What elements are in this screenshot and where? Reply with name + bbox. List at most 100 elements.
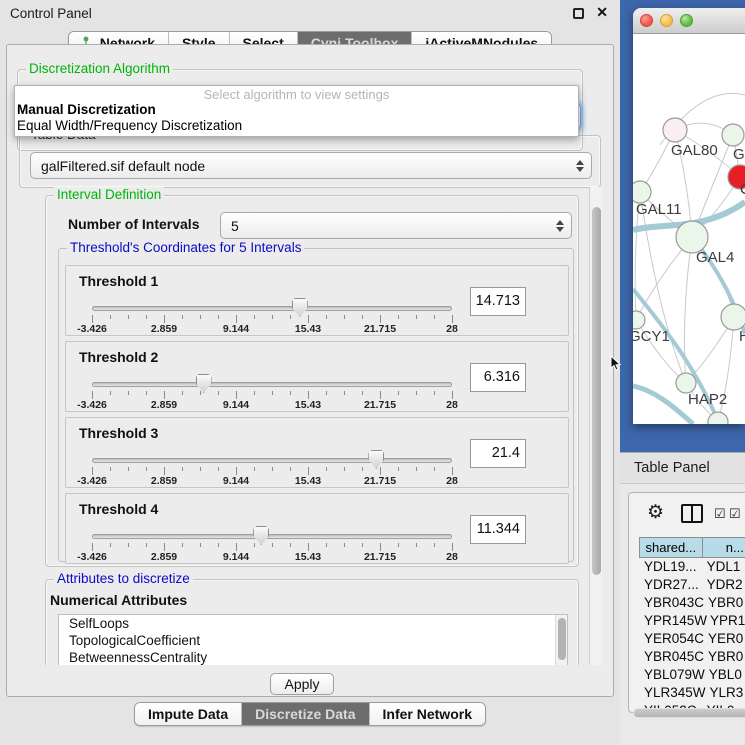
interval-definition-title: Interval Definition — [54, 187, 164, 202]
split-columns-icon[interactable] — [681, 504, 703, 523]
zoom-traffic-icon[interactable] — [680, 14, 693, 27]
tick-label: -3.426 — [62, 475, 122, 487]
tick-label: 15.43 — [278, 399, 338, 411]
node-label: GAL11 — [636, 201, 682, 218]
tab-label: Infer Network — [383, 706, 472, 722]
tab-discretize-data[interactable]: Discretize Data — [242, 703, 369, 725]
tick-label: 28 — [422, 399, 482, 411]
table-toolbar: ⚙ ☑ ☑ — [629, 499, 745, 529]
thresholds-title: Threshold's Coordinates for 5 Intervals — [67, 240, 304, 255]
table-panel-title: Table Panel — [634, 460, 710, 476]
checkbox-icon[interactable]: ☑ — [729, 506, 741, 522]
table-row[interactable]: YBR045CYBR0 — [639, 648, 745, 666]
tab-impute-data[interactable]: Impute Data — [135, 703, 242, 725]
table-data-combobox[interactable]: galFiltered.sif default node — [30, 152, 592, 179]
right-side: GAL80GACGAL11GAL4GCY1HHAP2 Table Panel ⚙… — [620, 0, 745, 745]
tick-label: 2.859 — [134, 475, 194, 487]
node-table: shared...n... YDL19...YDL1YDR27...YDR2YB… — [639, 537, 745, 720]
column-header[interactable]: shared... — [640, 538, 703, 557]
network-window-titlebar[interactable] — [633, 8, 745, 34]
attribute-list-item[interactable]: TopologicalCoefficient — [59, 632, 567, 649]
popup-item[interactable]: Manual Discretization — [15, 102, 578, 118]
cell-name: YBR0 — [704, 594, 745, 612]
tick-label: 15.43 — [278, 475, 338, 487]
network-node[interactable] — [633, 181, 651, 203]
mouse-cursor — [610, 355, 623, 372]
tick-label: 28 — [422, 475, 482, 487]
column-header[interactable]: n... — [703, 538, 745, 557]
attribute-list-item[interactable]: SelfLoops — [59, 615, 567, 632]
node-label: GCY1 — [633, 328, 670, 345]
close-icon[interactable]: ✕ — [596, 4, 608, 21]
table-row[interactable]: YBL079WYBL0 — [639, 666, 745, 684]
table-row[interactable]: YDR27...YDR2 — [639, 576, 745, 594]
table-row[interactable]: YBR043CYBR0 — [639, 594, 745, 612]
node-label: GAL80 — [671, 142, 718, 159]
thresholds-box: Threshold's Coordinates for 5 Intervals … — [58, 248, 574, 562]
threshold-card: Threshold 1-3.4262.8599.14415.4321.71528… — [65, 265, 569, 336]
network-edge[interactable] — [640, 192, 686, 383]
numerical-attributes-list[interactable]: SelfLoopsTopologicalCoefficientBetweenne… — [58, 614, 568, 665]
algorithm-dropdown-popup: Select algorithm to view settings Manual… — [14, 85, 579, 137]
cell-name: YPR1 — [706, 612, 745, 630]
tick-label: -3.426 — [62, 551, 122, 563]
number-of-intervals-value: 5 — [231, 218, 239, 234]
tab-infer-network[interactable]: Infer Network — [370, 703, 485, 725]
checkbox-icon[interactable]: ☑ — [714, 506, 726, 522]
tick-label: 21.715 — [350, 323, 410, 335]
float-window-icon[interactable] — [573, 8, 584, 19]
tick-label: 21.715 — [350, 399, 410, 411]
control-panel-titlebar: Control Panel ✕ — [0, 0, 620, 28]
table-data-box: Table Data galFiltered.sif default node — [19, 135, 601, 188]
network-node[interactable] — [663, 118, 687, 142]
threshold-value-field[interactable]: 11.344 — [470, 515, 526, 544]
threshold-card: Threshold 3-3.4262.8599.14415.4321.71528… — [65, 417, 569, 488]
slider-track[interactable] — [92, 458, 452, 463]
minimize-traffic-icon[interactable] — [660, 14, 673, 27]
table-row[interactable]: YDL19...YDL1 — [639, 558, 745, 576]
panel-vertical-scrollbar[interactable] — [589, 187, 602, 665]
attributes-title: Attributes to discretize — [54, 571, 193, 586]
slider-track[interactable] — [92, 306, 452, 311]
table-panel-body: ⚙ ☑ ☑ shared...n... YDL19...YDL1YDR27...… — [620, 484, 745, 745]
table-header-row: shared...n... — [639, 537, 745, 558]
gear-icon[interactable]: ⚙ — [647, 501, 664, 524]
cell-shared-name: YBL079W — [639, 666, 705, 684]
slider-track[interactable] — [92, 534, 452, 539]
network-node[interactable] — [676, 373, 696, 393]
table-row[interactable]: YER054CYER0 — [639, 630, 745, 648]
tick-label: 28 — [422, 551, 482, 563]
network-canvas[interactable]: GAL80GACGAL11GAL4GCY1HHAP2 — [633, 34, 745, 424]
cell-name: YLR3 — [706, 684, 745, 702]
close-traffic-icon[interactable] — [640, 14, 653, 27]
apply-button[interactable]: Apply — [270, 673, 334, 695]
node-label: H — [739, 328, 745, 345]
tick-label: -3.426 — [62, 323, 122, 335]
threshold-value-field[interactable]: 21.4 — [470, 439, 526, 468]
table-row[interactable]: YLR345WYLR3 — [639, 684, 745, 702]
bottom-tab-bar: Impute DataDiscretize Data Infer Network — [0, 702, 620, 726]
attribute-list-item[interactable]: BetweennessCentrality — [59, 649, 567, 665]
slider-track[interactable] — [92, 382, 452, 387]
popup-item[interactable]: Equal Width/Frequency Discretization — [15, 118, 578, 134]
network-view-window[interactable]: GAL80GACGAL11GAL4GCY1HHAP2 — [633, 8, 745, 424]
number-of-intervals-combobox[interactable]: 5 — [220, 212, 572, 239]
network-node[interactable] — [633, 311, 645, 329]
network-node[interactable] — [722, 124, 744, 146]
table-row[interactable]: YPR145WYPR1 — [639, 612, 745, 630]
tick-label: 15.43 — [278, 323, 338, 335]
tick-label: 9.144 — [206, 323, 266, 335]
attributes-scrollbar[interactable] — [555, 615, 567, 665]
cyni-toolbox-panel: Discretization Algorithm Select algorith… — [6, 44, 614, 697]
cell-shared-name: YBR045C — [639, 648, 704, 666]
node-label: GA — [733, 146, 745, 163]
network-node[interactable] — [708, 412, 728, 424]
threshold-label: Threshold 3 — [79, 425, 158, 441]
cell-shared-name: YBR043C — [639, 594, 704, 612]
threshold-value-field[interactable]: 14.713 — [470, 287, 526, 316]
network-node[interactable] — [721, 304, 745, 330]
cell-shared-name: YDR27... — [639, 576, 703, 594]
threshold-value-field[interactable]: 6.316 — [470, 363, 526, 392]
table-horizontal-scrollbar[interactable] — [633, 708, 745, 718]
popup-hint-text: Select algorithm to view settings — [15, 87, 578, 102]
